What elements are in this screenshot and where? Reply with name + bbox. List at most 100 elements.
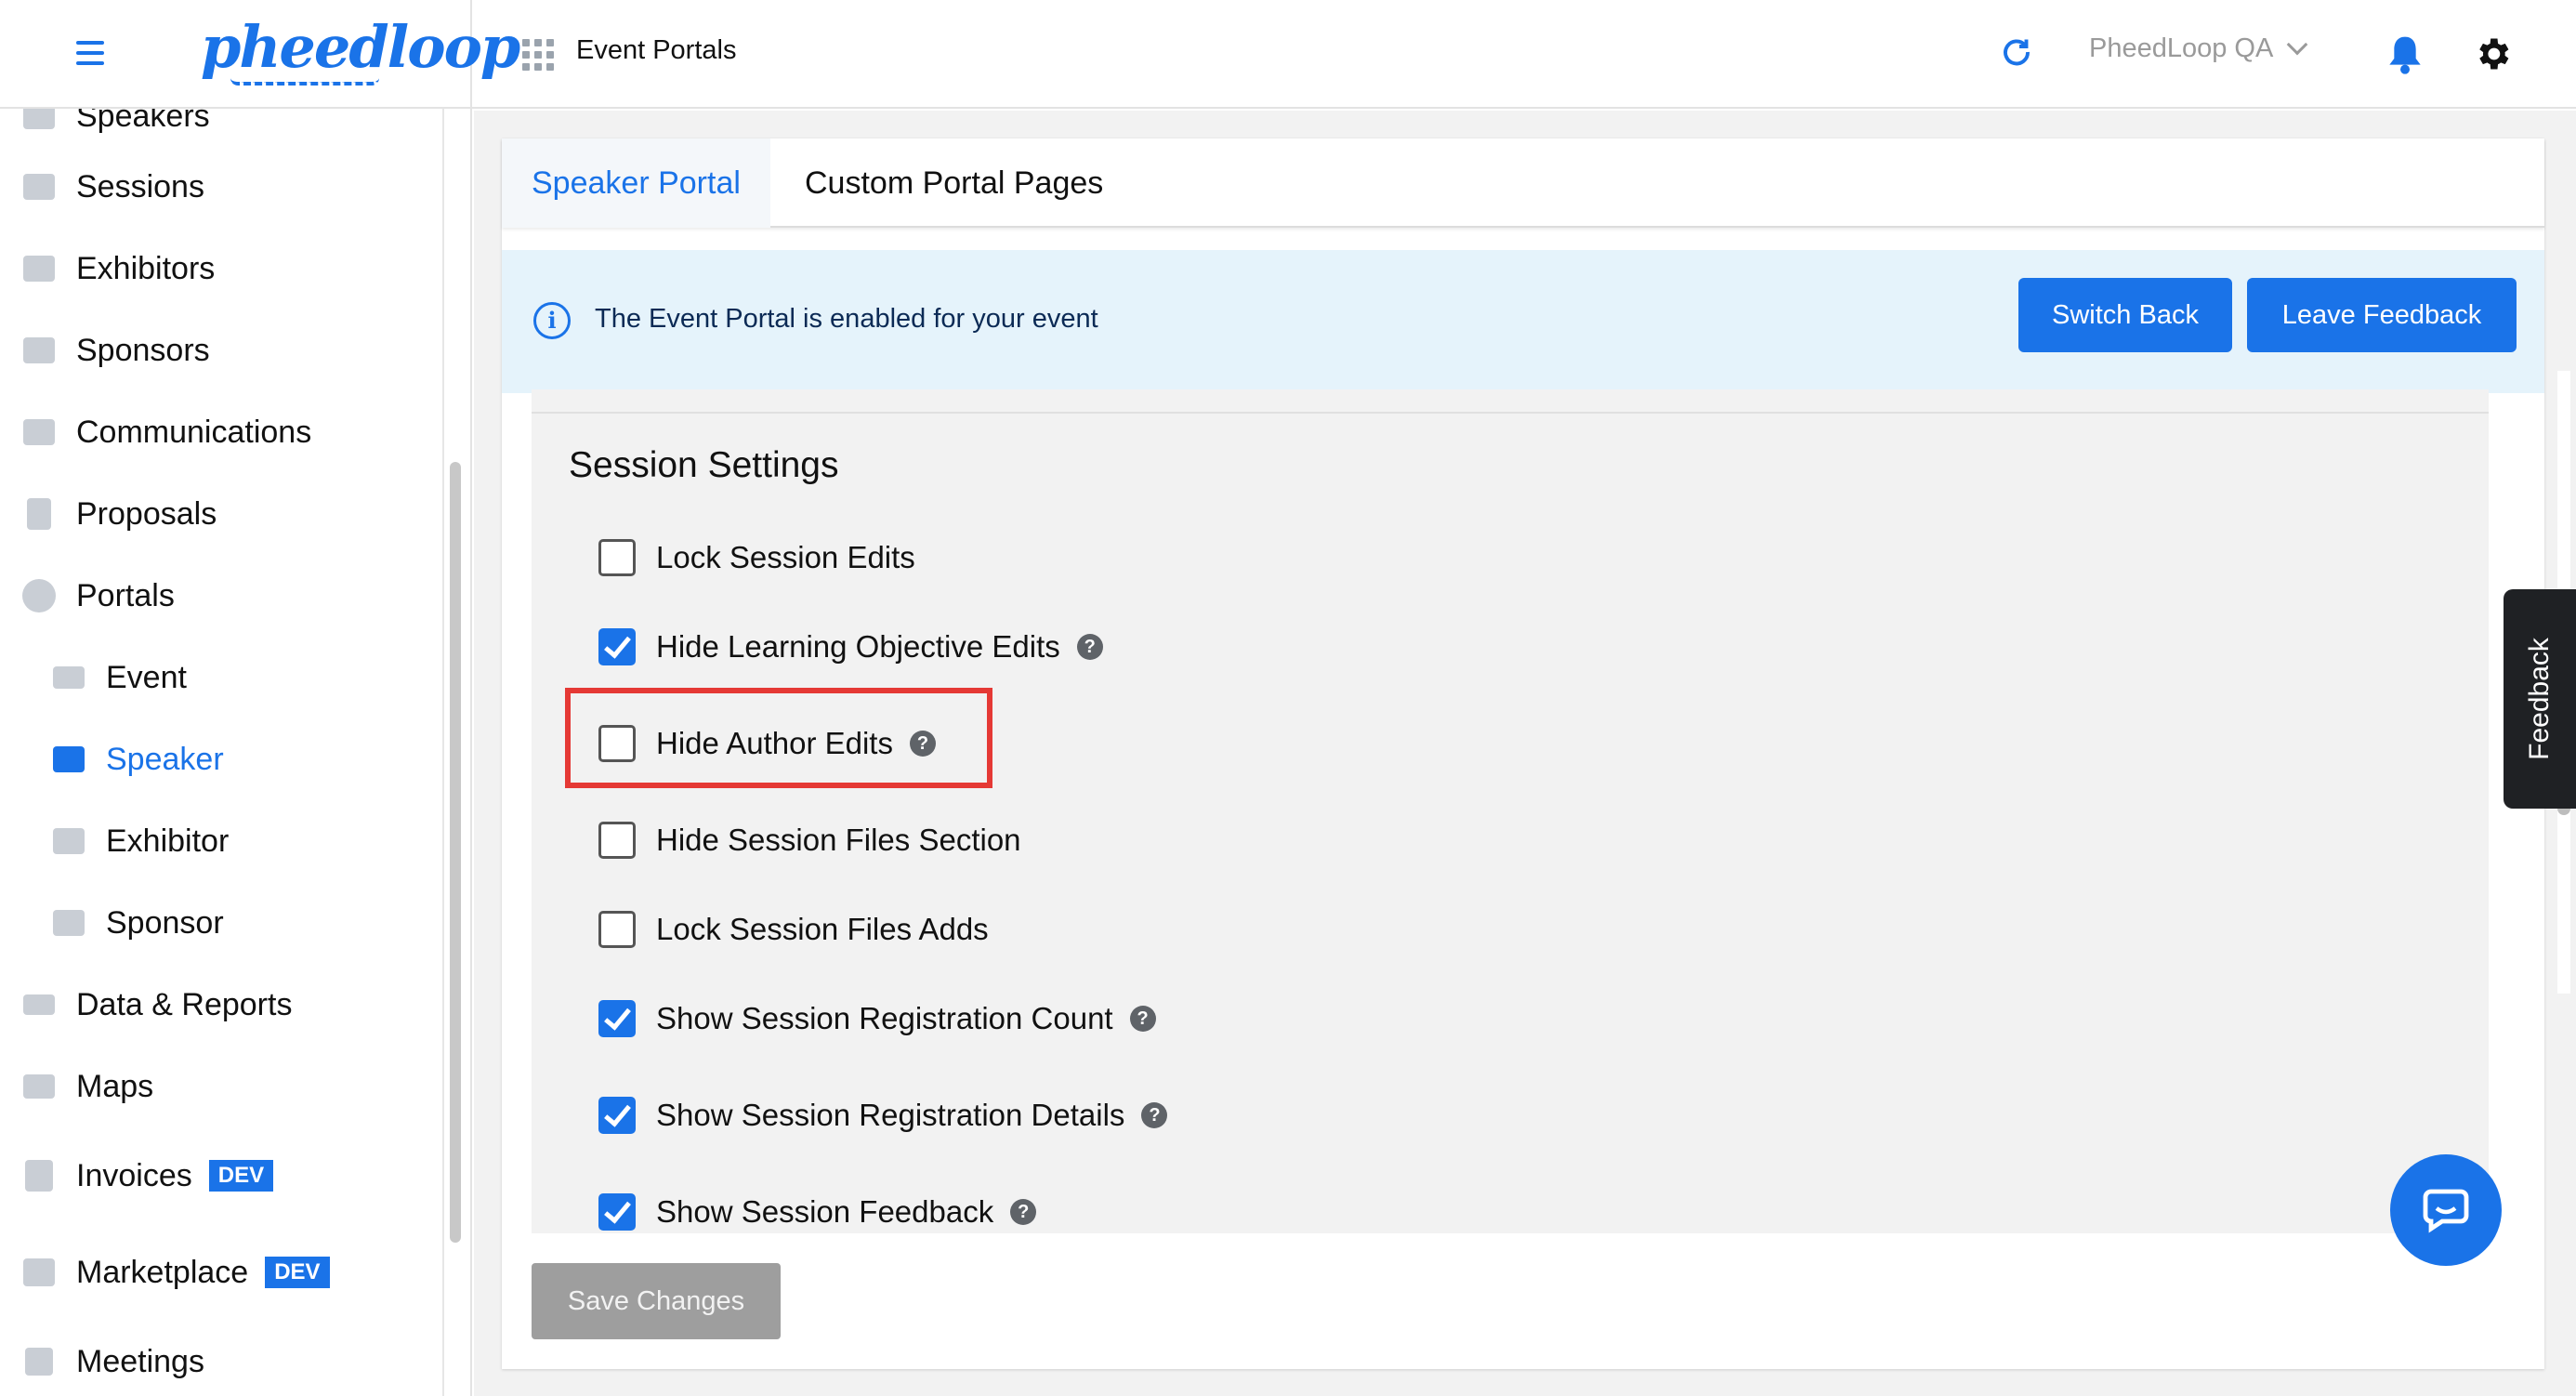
sidebar-item-sponsors[interactable]: Sponsors	[0, 323, 210, 378]
setting-show-session-registration-count[interactable]: Show Session Registration Count ?	[598, 995, 1156, 1042]
section-title: Session Settings	[569, 445, 839, 485]
help-icon[interactable]: ?	[1141, 1102, 1168, 1128]
setting-label: Lock Session Files Adds	[656, 912, 989, 946]
top-header: pheedloop Event Portals PheedLoop QA	[0, 0, 2576, 109]
badge-icon	[23, 337, 55, 363]
setting-label: Show Session Registration Details	[656, 1098, 1125, 1132]
sidebar-item-label: Maps	[76, 1068, 154, 1104]
switch-back-button[interactable]: Switch Back	[2018, 278, 2232, 352]
checkbox[interactable]	[598, 1000, 636, 1037]
storefront-icon	[53, 828, 85, 854]
sidebar-item-speaker[interactable]: Speaker	[0, 731, 224, 787]
save-changes-button[interactable]: Save Changes	[532, 1263, 781, 1339]
checkbox[interactable]	[598, 628, 636, 665]
tab-speaker-portal[interactable]: Speaker Portal	[502, 138, 770, 228]
info-message: The Event Portal is enabled for your eve…	[595, 304, 1098, 334]
chart-icon	[23, 994, 55, 1015]
setting-lock-session-files-adds[interactable]: Lock Session Files Adds	[598, 906, 989, 953]
dev-badge: DEV	[208, 1160, 274, 1192]
page-title: Event Portals	[576, 35, 737, 65]
tab-custom-portal-pages[interactable]: Custom Portal Pages	[775, 138, 1133, 228]
sidebar-item-label: Portals	[76, 577, 175, 613]
help-icon[interactable]: ?	[1129, 1006, 1156, 1032]
feedback-side-tab[interactable]: Feedback	[2504, 589, 2576, 809]
setting-hide-learning-objective-edits[interactable]: Hide Learning Objective Edits ?	[598, 624, 1103, 670]
sidebar-item-label: Meetings	[76, 1343, 204, 1379]
sidebar: Speakers Sessions Exhibitors Sponsors Co…	[0, 109, 472, 1396]
checkbox[interactable]	[598, 822, 636, 859]
refresh-icon[interactable]	[2000, 35, 2033, 69]
info-icon: i	[533, 302, 571, 339]
sidebar-item-maps[interactable]: Maps	[0, 1059, 153, 1114]
dev-badge: DEV	[265, 1257, 330, 1288]
portal-card: Speaker Portal Custom Portal Pages i The…	[502, 138, 2570, 1369]
sidebar-item-marketplace[interactable]: Marketplace DEV	[0, 1245, 330, 1300]
presenter-icon	[53, 746, 85, 772]
sidebar-scrollbar[interactable]	[450, 462, 461, 1243]
hamburger-menu-icon[interactable]	[76, 41, 104, 65]
setting-lock-session-edits[interactable]: Lock Session Edits	[598, 534, 915, 581]
setting-hide-session-files-section[interactable]: Hide Session Files Section	[598, 817, 1021, 863]
setting-label: Lock Session Edits	[656, 540, 915, 574]
leave-feedback-button[interactable]: Leave Feedback	[2247, 278, 2517, 352]
sidebar-scroll-track	[442, 109, 444, 1396]
checkbox[interactable]	[598, 1193, 636, 1231]
sidebar-item-invoices[interactable]: Invoices DEV	[0, 1148, 274, 1204]
apps-grid-icon[interactable]	[522, 39, 554, 71]
storefront-icon	[23, 256, 55, 282]
sidebar-item-proposals[interactable]: Proposals	[0, 486, 217, 542]
sidebar-item-label: Exhibitor	[106, 823, 230, 859]
sidebar-item-sponsor[interactable]: Sponsor	[0, 895, 224, 951]
help-icon[interactable]: ?	[1010, 1199, 1037, 1225]
sidebar-item-label: Communications	[76, 414, 312, 450]
sidebar-item-label: Invoices	[76, 1157, 192, 1193]
panel-divider	[532, 389, 2489, 414]
checkbox[interactable]	[598, 539, 636, 576]
sidebar-item-exhibitors[interactable]: Exhibitors	[0, 241, 215, 296]
sidebar-item-label: Sessions	[76, 168, 204, 204]
setting-show-session-registration-details[interactable]: Show Session Registration Details ?	[598, 1092, 1168, 1139]
help-icon[interactable]: ?	[1076, 634, 1103, 660]
cart-icon	[23, 1258, 55, 1286]
main-content: Speaker Portal Custom Portal Pages i The…	[474, 111, 2576, 1396]
bell-icon[interactable]	[2386, 33, 2424, 74]
sidebar-item-label: Speakers	[76, 109, 210, 134]
org-selector[interactable]: PheedLoop QA	[2089, 33, 2308, 64]
sidebar-item-portals[interactable]: Portals	[0, 568, 175, 624]
setting-label: Hide Learning Objective Edits	[656, 629, 1060, 664]
sidebar-item-sessions[interactable]: Sessions	[0, 159, 204, 215]
monitor-icon	[23, 174, 55, 200]
sidebar-item-label: Marketplace	[76, 1254, 249, 1290]
sidebar-item-exhibitor[interactable]: Exhibitor	[0, 813, 229, 869]
chat-launcher-button[interactable]	[2390, 1154, 2502, 1266]
sidebar-item-data-reports[interactable]: Data & Reports	[0, 977, 292, 1033]
document-icon	[27, 498, 51, 530]
video-icon	[53, 666, 85, 689]
sidebar-item-label: Event	[106, 659, 187, 695]
chevron-down-icon	[2287, 33, 2308, 55]
setting-label: Show Session Registration Count	[656, 1001, 1113, 1035]
logo-area: pheedloop	[0, 0, 520, 109]
checkbox[interactable]	[598, 911, 636, 948]
globe-icon	[22, 579, 56, 612]
setting-hide-author-edits[interactable]: Hide Author Edits ?	[598, 720, 936, 767]
sidebar-item-meetings[interactable]: Meetings	[0, 1334, 204, 1389]
help-icon[interactable]: ?	[909, 731, 936, 757]
sidebar-item-label: Exhibitors	[76, 250, 216, 286]
gear-icon[interactable]	[2472, 33, 2513, 74]
setting-show-session-feedback[interactable]: Show Session Feedback ?	[598, 1189, 1037, 1233]
org-name: PheedLoop QA	[2089, 33, 2274, 63]
sidebar-item-event[interactable]: Event	[0, 650, 187, 705]
sidebar-item-communications[interactable]: Communications	[0, 404, 311, 460]
pheedloop-logo[interactable]: pheedloop	[201, 13, 520, 81]
sidebar-item-label: Sponsors	[76, 332, 210, 368]
sidebar-item-speakers[interactable]: Speakers	[0, 109, 210, 144]
checkbox[interactable]	[598, 725, 636, 762]
info-banner: i The Event Portal is enabled for your e…	[502, 250, 2544, 393]
sidebar-item-label: Data & Reports	[76, 986, 293, 1022]
feedback-tab-label: Feedback	[2524, 638, 2555, 760]
setting-label: Hide Author Edits	[656, 726, 893, 760]
session-settings-panel: Session Settings Lock Session Edits Hide…	[532, 414, 2489, 1233]
checkbox[interactable]	[598, 1097, 636, 1134]
envelope-icon	[23, 419, 55, 445]
